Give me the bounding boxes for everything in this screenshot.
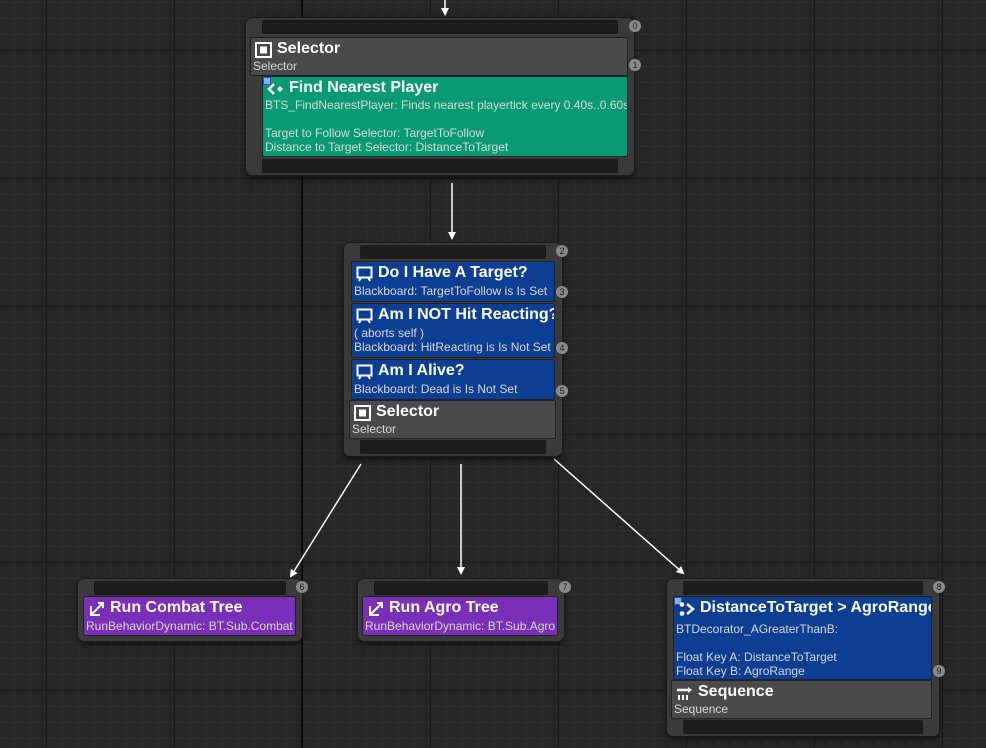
node-title: Run Agro Tree [389,599,499,616]
root-selector-composite[interactable]: Selector Selector [250,37,628,76]
run-combat-input-pin[interactable] [94,581,286,595]
wire-middle-to-combat [289,463,362,578]
service-property: Target to Follow Selector: TargetToFollo… [265,126,485,140]
node-title: Do I Have A Target? [378,264,528,281]
sequence-input-pin[interactable] [683,581,923,595]
run-agro-tree-node[interactable]: 7 Run Agro Tree RunBehaviorDynamic: BT.S… [358,579,571,641]
node-title: Am I NOT Hit Reacting? [378,306,555,323]
decorator-am-i-alive[interactable]: Am I Alive? Blackboard: Dead is Is Not S… [351,359,555,400]
sequence-composite[interactable]: Sequence Sequence [671,680,932,719]
node-title: Selector [277,40,341,57]
blackboard-icon [356,266,373,282]
run-combat-tree-node[interactable]: 6 Run Combat Tree RunBehaviorDynamic: BT… [78,579,308,641]
decorator-distance-greater-than-agro[interactable]: DistanceToTarget > AgroRange BTDecorator… [673,596,932,680]
run-agro-input-pin[interactable] [374,581,548,595]
blackboard-icon [356,308,373,324]
decorator-icon [679,602,695,616]
sequence-icon [677,687,692,700]
middle-selector-node[interactable]: 2 Do I Have A Target? Blackboard: Target… [344,243,568,456]
decorator-description: Blackboard: Dead is Is Not Set [354,382,518,396]
selector-icon [255,42,272,58]
node-subtitle: RunBehaviorDynamic: BT.Sub.Combat [86,619,293,633]
decorator-abort-mode: ( aborts self ) [354,326,425,340]
run-behavior-icon [369,602,383,616]
root-selector-node[interactable]: 0 Selector Selector 1 Find Nearest Playe… [246,18,641,175]
node-subtitle: Selector [253,59,298,73]
decorator-do-i-have-a-target[interactable]: Do I Have A Target? Blackboard: TargetTo… [351,261,555,302]
execution-index-badge: 9 [933,665,945,677]
node-subtitle: Sequence [674,702,729,716]
run-combat-task[interactable]: Run Combat Tree RunBehaviorDynamic: BT.S… [83,596,296,636]
wire-middle-to-sequence [553,458,685,575]
middle-selector-output-pin[interactable] [360,440,546,454]
find-nearest-player-service[interactable]: Find Nearest Player BTS_FindNearestPlaye… [262,76,628,157]
root-selector-input-pin[interactable] [262,20,618,34]
execution-index-badge: 6 [296,581,308,593]
decorator-property: Float Key A: DistanceToTarget [676,650,837,664]
execution-index-badge: 1 [629,59,641,71]
service-icon [267,83,283,95]
execution-index-badge: 5 [556,385,568,397]
middle-selector-composite[interactable]: Selector Selector [349,400,556,439]
node-title: DistanceToTarget > AgroRange [700,599,932,616]
node-subtitle: Selector [352,422,397,436]
decorator-description: Blackboard: TargetToFollow is Is Set [354,284,548,298]
execution-index-badge: 3 [556,286,568,298]
sequence-output-pin[interactable] [683,720,923,734]
execution-index-badge: 8 [933,581,945,593]
decorator-description: Blackboard: HitReacting is Is Not Set [354,340,551,354]
sequence-node[interactable]: 8 DistanceToTarget > AgroRange BTDecorat… [667,579,945,736]
selector-icon [354,405,371,421]
node-title: Selector [376,403,440,420]
service-description: BTS_FindNearestPlayer: Finds nearest pla… [265,98,628,112]
run-behavior-icon [90,602,104,616]
node-title: Am I Alive? [378,362,465,379]
run-agro-task[interactable]: Run Agro Tree RunBehaviorDynamic: BT.Sub… [362,596,558,636]
root-selector-output-pin[interactable] [262,159,618,173]
decorator-am-i-not-hit-reacting[interactable]: Am I NOT Hit Reacting? ( aborts self ) B… [351,303,555,358]
node-subtitle: RunBehaviorDynamic: BT.Sub.Agro [365,619,556,633]
node-title: Find Nearest Player [289,79,439,96]
execution-index-badge: 7 [559,581,571,593]
decorator-property: Float Key B: AgroRange [676,664,805,678]
middle-selector-input-pin[interactable] [360,245,546,259]
blackboard-icon [356,364,373,380]
decorator-description: BTDecorator_AGreaterThanB: [676,622,839,636]
node-title: Run Combat Tree [110,599,243,616]
execution-index-badge: 4 [556,342,568,354]
execution-index-badge: 0 [629,20,641,32]
execution-index-badge: 2 [556,245,568,257]
service-property: Distance to Target Selector: DistanceToT… [265,140,509,154]
node-title: Sequence [698,683,774,700]
